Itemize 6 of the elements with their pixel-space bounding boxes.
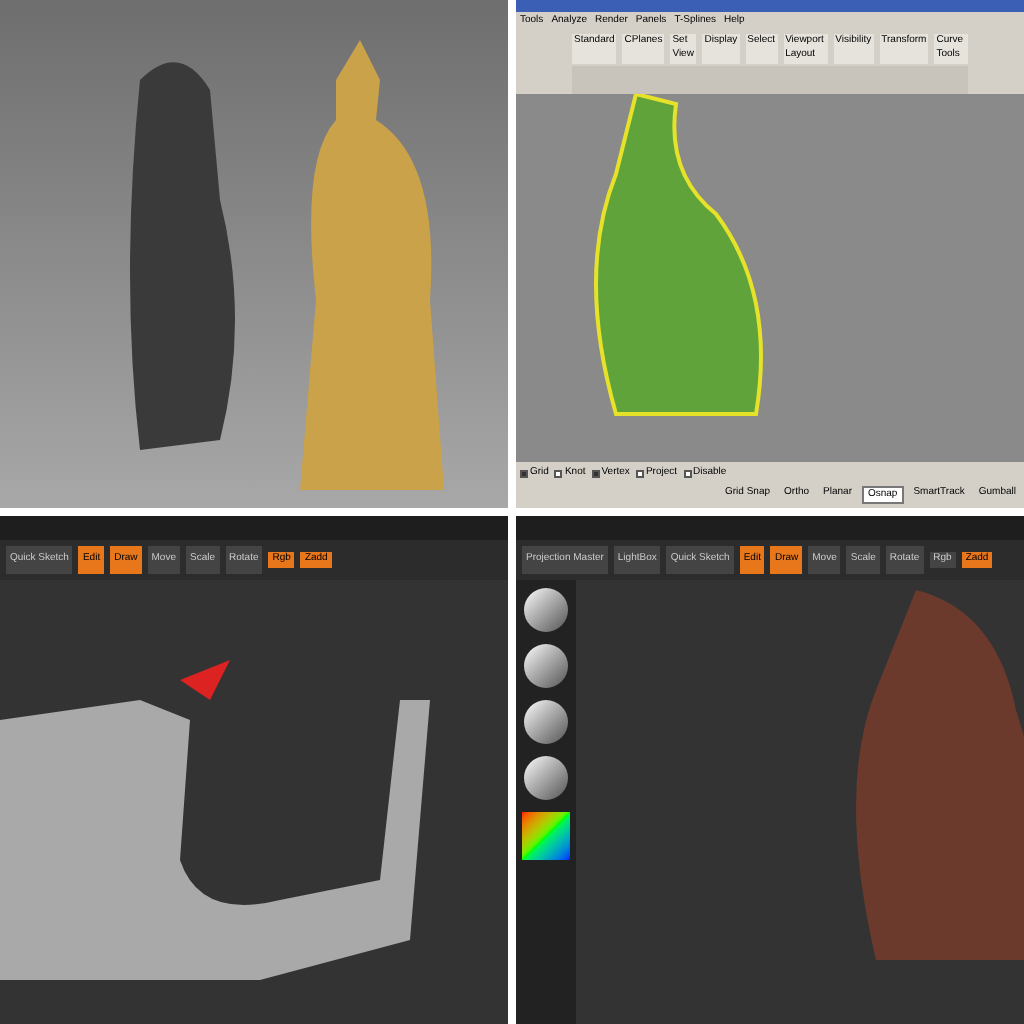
- checkbox[interactable]: [683, 469, 691, 478]
- color-picker[interactable]: [522, 811, 570, 859]
- checkbox[interactable]: [554, 469, 563, 478]
- checkbox[interactable]: [520, 469, 528, 478]
- checkbox[interactable]: [591, 469, 600, 478]
- checkbox[interactable]: [635, 469, 644, 478]
